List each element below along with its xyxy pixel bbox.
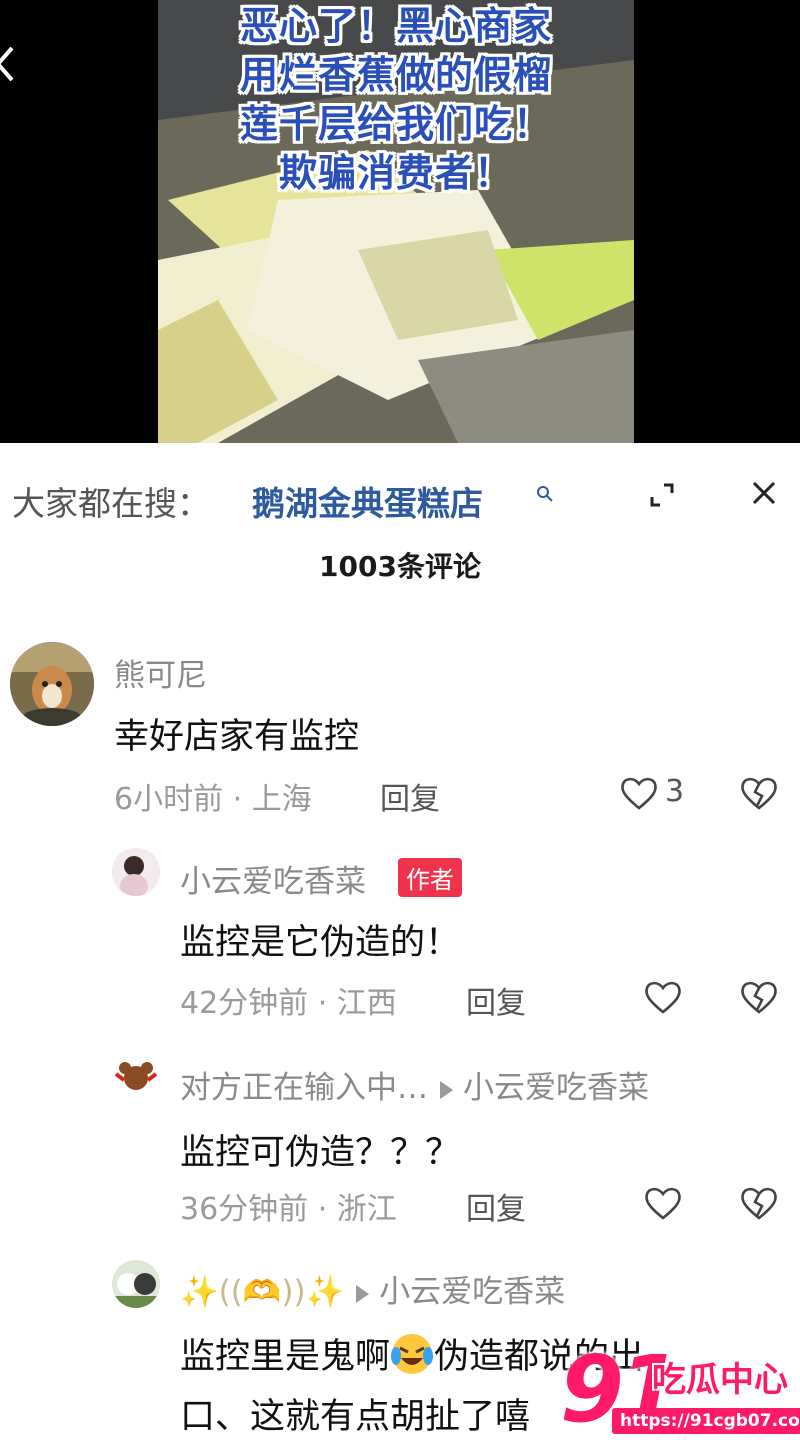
broken-heart-icon[interactable] — [740, 1186, 778, 1220]
chevron-left-icon[interactable] — [0, 44, 16, 84]
caption-line: 欺骗消费者！ — [278, 151, 513, 195]
crying-laughing-emoji-icon — [391, 1334, 434, 1374]
search-suggestion-link[interactable]: 鹅湖金典蛋糕店 — [252, 477, 483, 525]
broken-heart-icon[interactable] — [740, 980, 778, 1014]
reply-username[interactable]: 小云爱吃香菜 — [180, 856, 366, 901]
video-caption: 恶心了！黑心商家 用烂香蕉做的假榴 莲千层给我们吃！ 欺骗消费者！ — [158, 2, 634, 198]
reply-text: 监控是它伪造的！ — [180, 923, 461, 963]
avatar[interactable] — [10, 642, 94, 726]
reply-meta: 42分钟前 · 江西 — [180, 986, 397, 1021]
girl-avatar-icon — [112, 848, 160, 896]
comment-meta: 6小时前 · 上海 — [114, 782, 312, 817]
caption-line: 恶心了！黑心商家 — [239, 4, 552, 48]
watermark-logo-text: 吃瓜中心 — [652, 1360, 788, 1400]
reply-text-part: 监控里是鬼啊 — [180, 1337, 391, 1377]
watermark-url: https://91cgb07.com — [612, 1408, 800, 1434]
heart-icon[interactable] — [644, 980, 682, 1014]
avatar[interactable] — [112, 1054, 160, 1102]
comment-item: 熊可尼 幸好店家有监控 6小时前 · 上海 回复 3 — [0, 640, 800, 820]
reply-item: 对方正在输入中… 小云爱吃香菜 监控可伪造？？？ 36分钟前 · 浙江 回复 — [0, 1052, 800, 1232]
trending-search-bar: 大家都在搜： 鹅湖金典蛋糕店 — [0, 455, 800, 535]
close-icon[interactable] — [750, 479, 778, 507]
reply-button[interactable]: 回复 — [466, 1184, 526, 1228]
puppy-avatar-icon — [112, 1260, 160, 1308]
reply-username: ✨((🫶))✨ 小云爱吃香菜 — [180, 1266, 565, 1311]
caption-line: 用烂香蕉做的假榴 — [239, 53, 552, 97]
reply-author[interactable]: ✨((🫶))✨ — [180, 1274, 344, 1310]
reply-text: 监控可伪造？？？ — [180, 1133, 461, 1173]
reply-username: 对方正在输入中… 小云爱吃香菜 — [180, 1062, 649, 1107]
reply-target[interactable]: 小云爱吃香菜 — [379, 1274, 565, 1310]
video-frame: 恶心了！黑心商家 用烂香蕉做的假榴 莲千层给我们吃！ 欺骗消费者！ — [158, 0, 634, 443]
reply-author[interactable]: 对方正在输入中… — [180, 1070, 428, 1106]
reply-target[interactable]: 小云爱吃香菜 — [463, 1070, 649, 1106]
avatar[interactable] — [112, 848, 160, 896]
dog-avatar-icon — [10, 642, 94, 726]
reply-arrow-icon — [440, 1080, 453, 1099]
video-player[interactable]: 恶心了！黑心商家 用烂香蕉做的假榴 莲千层给我们吃！ 欺骗消费者！ — [0, 0, 800, 443]
reply-arrow-icon — [356, 1284, 370, 1303]
reply-button[interactable]: 回复 — [380, 774, 440, 818]
site-watermark: 91 吃瓜中心 https://91cgb07.com — [560, 1340, 800, 1448]
bear-avatar-icon — [112, 1054, 160, 1102]
search-icon[interactable] — [536, 485, 554, 503]
reply-button[interactable]: 回复 — [466, 978, 526, 1022]
heart-icon[interactable] — [644, 1186, 682, 1220]
reply-item: 小云爱吃香菜 作者 监控是它伪造的！ 42分钟前 · 江西 回复 — [0, 844, 800, 1024]
reply-text-line: 口、这就有点胡扯了嘻 — [180, 1397, 531, 1437]
search-prefix-label: 大家都在搜： — [12, 484, 210, 523]
expand-icon[interactable] — [648, 481, 676, 509]
like-count: 3 — [665, 774, 685, 809]
avatar[interactable] — [112, 1260, 160, 1308]
caption-line: 莲千层给我们吃！ — [239, 102, 552, 146]
comment-username[interactable]: 熊可尼 — [114, 650, 207, 695]
broken-heart-icon[interactable] — [740, 776, 778, 810]
comment-text: 幸好店家有监控 — [114, 717, 360, 757]
reply-meta: 36分钟前 · 浙江 — [180, 1192, 397, 1227]
comment-count-title: 1003条评论 — [319, 550, 481, 583]
heart-icon[interactable] — [620, 776, 658, 810]
author-badge: 作者 — [398, 858, 462, 897]
